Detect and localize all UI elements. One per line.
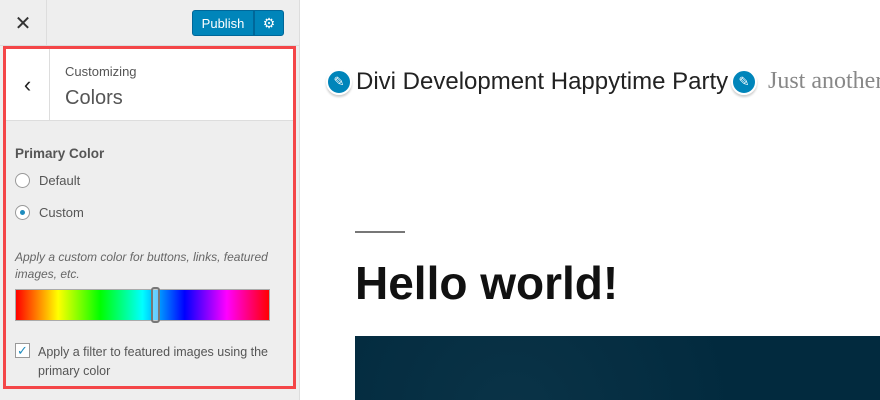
colors-panel: ‹ Customizing Colors Primary Color Defau… [3, 46, 296, 389]
panel-title: Colors [65, 87, 123, 109]
close-button[interactable]: ✕ [0, 0, 47, 46]
divider [355, 231, 405, 233]
filter-checkbox-label: Apply a filter to featured images using … [38, 345, 268, 378]
radio-default[interactable] [15, 173, 30, 188]
site-tagline: Just another [768, 68, 880, 94]
publish-button[interactable]: Publish [192, 10, 254, 36]
site-title[interactable]: Divi Development Happytime Party [356, 68, 728, 96]
hue-slider-handle[interactable] [151, 287, 161, 323]
back-button[interactable]: ‹ [6, 49, 50, 120]
chevron-left-icon: ‹ [23, 71, 32, 97]
filter-checkbox[interactable]: ✓ [15, 343, 30, 358]
post-title[interactable]: Hello world! [355, 256, 618, 310]
close-icon: ✕ [14, 12, 32, 35]
color-description: Apply a custom color for buttons, links,… [15, 250, 268, 281]
primary-color-label: Primary Color [15, 146, 105, 161]
radio-default-label: Default [39, 173, 81, 188]
pencil-icon: ✎ [333, 74, 345, 89]
customizer-sidebar: ✕ Publish ⚙ ‹ Customizing Colors Primary… [0, 0, 300, 400]
edit-site-title-button[interactable]: ✎ [326, 69, 352, 95]
featured-image [355, 336, 880, 400]
radio-custom[interactable] [15, 205, 30, 220]
customizer-header: ✕ Publish ⚙ [0, 0, 300, 46]
edit-tagline-button[interactable]: ✎ [731, 69, 757, 95]
breadcrumb: Customizing [65, 64, 137, 79]
publish-settings-button[interactable]: ⚙ [254, 10, 284, 36]
pencil-icon: ✎ [738, 74, 750, 89]
gear-icon: ⚙ [262, 14, 276, 31]
panel-header: ‹ Customizing Colors [6, 49, 293, 121]
hue-slider[interactable] [15, 287, 270, 323]
radio-custom-label: Custom [39, 205, 84, 220]
